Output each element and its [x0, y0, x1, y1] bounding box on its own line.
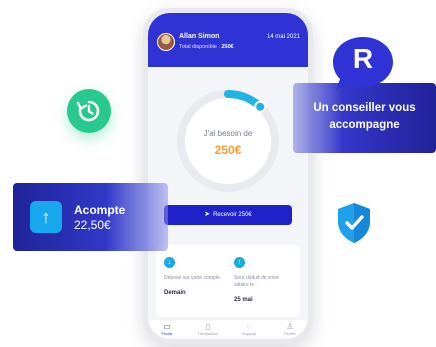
- receive-button[interactable]: ➤ Recevoir 250€: [164, 205, 292, 225]
- tab-support[interactable]: ◌ Support: [234, 322, 264, 336]
- tab-transaction[interactable]: ▯ Transaction: [193, 322, 223, 336]
- balance-line: Total disponible : 250€: [179, 44, 234, 50]
- gauge-ring: [177, 90, 279, 192]
- arrow-up-icon: ↑: [234, 257, 245, 268]
- deduction-text: Sera déduit de votre salaire le :: [234, 275, 280, 288]
- tab-label: Frichti: [161, 331, 173, 336]
- header-date: 14 mai 2021: [266, 34, 300, 40]
- shield-badge: [335, 201, 373, 245]
- advisor-line-1: Un conseiller vous: [313, 102, 416, 114]
- refresh-icon: [76, 100, 100, 122]
- tab-frichti[interactable]: ▭ Frichti: [152, 322, 182, 336]
- user-icon: ♙: [286, 322, 294, 331]
- advisor-line-2: accompagne: [329, 119, 400, 131]
- app-header: Allan Simon Total disponible : 250€ 14 m…: [148, 13, 308, 67]
- deposit-value: Demain: [164, 290, 186, 296]
- receipt-icon: ▯: [205, 322, 211, 331]
- chat-bubble-logo: R: [331, 35, 395, 92]
- shield-check-icon: [338, 203, 370, 243]
- arrow-down-icon: ↓: [164, 257, 175, 268]
- phone-mockup: Allan Simon Total disponible : 250€ 14 m…: [143, 8, 313, 344]
- deduction-info: ↑ Sera déduit de votre salaire le : 25 m…: [234, 257, 294, 303]
- refresh-badge: [67, 89, 111, 133]
- deduction-value: 25 mai: [234, 297, 253, 303]
- balance-label: Total disponible :: [179, 44, 222, 50]
- tab-label: Profile: [284, 331, 296, 336]
- deposit-text: Déposé sur votre compte: [164, 275, 220, 281]
- balance-value: 250€: [221, 44, 234, 50]
- tab-bar: ▭ Frichti ▯ Transaction ◌ Support ♙ Profile: [148, 320, 308, 339]
- acompte-title: Acompte: [74, 203, 126, 217]
- arrow-up-icon: ↑: [30, 201, 62, 233]
- chat-icon: ◌: [246, 322, 252, 331]
- phone-screen: Allan Simon Total disponible : 250€ 14 m…: [148, 13, 308, 339]
- deposit-info: ↓ Déposé sur votre compte Demain: [164, 257, 224, 296]
- gauge-amount: 250€: [214, 143, 242, 157]
- advisor-card: Un conseiller vous accompagne: [293, 83, 436, 153]
- avatar[interactable]: [157, 33, 175, 51]
- acompte-card: ↑ Acompte 22,50€: [13, 183, 168, 251]
- info-card: ↓ Déposé sur votre compte Demain ↑ Sera …: [156, 245, 300, 317]
- marketing-stage: Allan Simon Total disponible : 250€ 14 m…: [0, 0, 436, 347]
- tab-label: Transaction: [197, 331, 219, 336]
- user-name: Allan Simon: [179, 33, 220, 40]
- paper-plane-icon: ➤: [204, 211, 211, 218]
- brand-logo-letter: R: [352, 43, 374, 74]
- gauge-label: J'ai besoin de: [203, 129, 253, 138]
- gauge-handle[interactable]: [254, 100, 267, 113]
- receive-button-label: Recevoir 250€: [213, 212, 252, 218]
- amount-gauge[interactable]: J'ai besoin de 250€: [174, 87, 282, 195]
- wallet-icon: ▭: [163, 322, 171, 331]
- tab-profile[interactable]: ♙ Profile: [275, 322, 305, 336]
- advisor-text: Un conseiller vous accompagne: [293, 100, 436, 134]
- tab-label: Support: [241, 331, 256, 336]
- acompte-amount: 22,50€: [74, 218, 111, 232]
